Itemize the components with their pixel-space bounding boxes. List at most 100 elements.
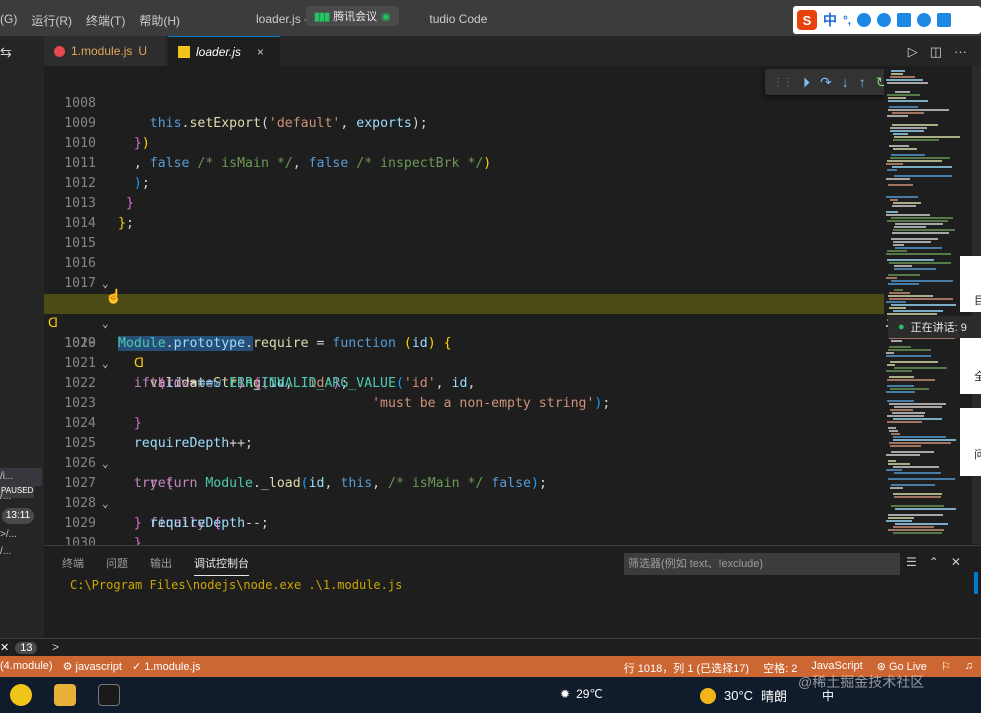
code-line[interactable]: 1008 this.setExport('default', exports); — [44, 74, 884, 131]
more-actions-icon[interactable]: ··· — [954, 44, 967, 60]
tab-problems[interactable]: 问题 — [106, 555, 128, 576]
minimap-line — [887, 313, 937, 315]
code-line[interactable]: 1013 }; — [44, 174, 884, 231]
minimap-line — [886, 196, 918, 198]
code-line[interactable]: 1009 }) — [44, 94, 884, 151]
mic-icon[interactable] — [877, 13, 892, 27]
tab-terminal[interactable]: 终端 — [62, 555, 84, 576]
minimap-line — [893, 493, 942, 495]
cursor-position[interactable]: 行 1018，列 1 (已选择17) — [624, 660, 749, 676]
continue-icon[interactable]: ⏵ — [803, 74, 810, 91]
current-execution-line[interactable]: ᗡ 1019 ᗡ validateString(id, 'id'); — [44, 294, 884, 391]
minimap-line — [891, 340, 902, 342]
menu-item-terminal[interactable]: 终端(T) — [86, 12, 125, 29]
indentation[interactable]: 空格: 2 — [763, 660, 797, 676]
code-line[interactable]: 1024 requireDepth++; — [44, 394, 884, 451]
code-editor[interactable]: 1008 1008 this.setExport('default', expo… — [44, 66, 884, 571]
meeting-side-card[interactable]: 全 — [960, 338, 981, 394]
speaking-indicator: ● 正在讲话: 9 — [888, 316, 981, 338]
step-out-icon[interactable]: ↑ — [859, 74, 866, 90]
code-line[interactable]: 1014 — [44, 194, 884, 231]
tab-module-js[interactable]: 1.module.js U — [44, 36, 166, 66]
code-line[interactable]: 1018 ⌄ Module.prototype.require = functi… — [44, 274, 884, 351]
minimap[interactable] — [884, 66, 972, 544]
minimap-line — [886, 79, 923, 81]
minimap-line — [891, 304, 956, 306]
editor-actions: ▷ ◫ ··· — [908, 44, 967, 60]
menu-item-help[interactable]: 帮助(H) — [139, 12, 180, 29]
close-icon[interactable]: ✕ — [0, 642, 9, 654]
call-stack-item[interactable]: /i... — [0, 468, 42, 486]
weather-widget-2[interactable]: 30°C 晴朗 — [700, 686, 787, 705]
step-over-icon[interactable]: ↷ — [820, 74, 832, 91]
code-line[interactable]: 1020 ⌄ if (id === '') { — [44, 314, 884, 391]
call-stack-item[interactable]: >/... — [0, 529, 42, 540]
minimap-line — [888, 283, 919, 285]
panel-scrollbar[interactable] — [974, 572, 978, 594]
title-bar: (G) 运行(R) 终端(T) 帮助(H) loader.js - tudio … — [0, 0, 981, 36]
minimap-line — [887, 169, 897, 171]
tab-close-button[interactable]: × — [257, 45, 264, 59]
console-prompt-icon: > — [52, 640, 60, 654]
call-stack-item[interactable]: /... — [0, 546, 42, 557]
run-icon[interactable]: ▷ — [908, 44, 918, 60]
tab-output[interactable]: 输出 — [150, 555, 172, 576]
weather-widget[interactable]: ✹ 29℃ — [560, 687, 603, 701]
code-line[interactable]: 1021 throw new ERR_INVALID_ARG_VALUE('id… — [44, 334, 884, 391]
minimap-line — [888, 460, 896, 462]
meeting-indicator[interactable]: ▮▮▮ 腾讯会议 ◉ — [306, 6, 399, 26]
code-line[interactable]: 1028 requireDepth--; — [44, 474, 884, 531]
status-debug-target[interactable]: (4.module) — [0, 660, 53, 673]
split-editor-icon[interactable]: ◫ — [930, 44, 942, 60]
tab-label: 1.module.js — [71, 44, 133, 58]
code-line[interactable]: 1016 ⌄ // Loads a module at the given fi… — [44, 234, 884, 311]
bell-icon[interactable]: ♫ — [965, 660, 973, 676]
filter-input[interactable]: 筛选器(例如 text、!exclude) — [624, 553, 900, 575]
tab-loader-js[interactable]: loader.js × — [168, 36, 280, 66]
minimap-line — [887, 415, 924, 417]
close-icon[interactable]: ✕ — [951, 555, 961, 569]
status-file[interactable]: ✓ 1.module.js — [132, 660, 201, 673]
step-into-icon[interactable]: ↓ — [842, 74, 849, 90]
feedback-icon[interactable]: ⚐ — [941, 660, 951, 676]
keyboard-icon[interactable] — [897, 13, 912, 27]
skin-icon[interactable] — [917, 13, 932, 27]
file-explorer-icon[interactable] — [54, 684, 76, 706]
minimap-line — [886, 211, 898, 213]
minimap-line — [891, 484, 935, 486]
code-line[interactable]: 1010 , false /* isMain */, false /* insp… — [44, 114, 884, 171]
tab-debug-console[interactable]: 调试控制台 — [194, 555, 249, 576]
menu-item-go[interactable]: (G) — [0, 12, 17, 29]
chevron-up-icon[interactable]: ⌃ — [929, 555, 939, 569]
code-line[interactable]: 1027 ⌄ } finally { — [44, 454, 884, 531]
minimap-line — [891, 238, 938, 240]
console-input-row[interactable]: ✕ 13 > — [0, 638, 981, 656]
ime-mode[interactable]: 中 — [823, 10, 837, 30]
meeting-side-card[interactable]: 问 — [960, 408, 981, 476]
code-line[interactable]: 1015 — [44, 214, 884, 251]
code-line[interactable]: 1025 ⌄ try { — [44, 414, 884, 491]
app-launcher-icon[interactable] — [10, 684, 32, 706]
code-line[interactable]: 1017 // `exports` property. — [44, 254, 884, 311]
status-launch-config[interactable]: ⚙ javascript — [63, 660, 122, 673]
drag-handle-icon[interactable]: ⋮⋮ — [773, 77, 793, 88]
ime-toolbar[interactable]: S 中 °, — [793, 6, 981, 34]
code-line[interactable]: 1026 return Module._load(id, this, /* is… — [44, 434, 884, 491]
code-line[interactable]: 1029 } — [44, 494, 884, 551]
code-line[interactable]: 1023 } — [44, 374, 884, 431]
menu-item-run[interactable]: 运行(R) — [31, 12, 72, 29]
panel-tabs: 终端 问题 输出 调试控制台 — [62, 555, 249, 576]
emoji-icon[interactable] — [857, 13, 872, 27]
code-line[interactable]: 1011 ); — [44, 134, 884, 191]
sidebar-toggle-icon[interactable]: ⇆ — [0, 44, 42, 61]
ime-punct[interactable]: °, — [843, 13, 851, 27]
clear-console-icon[interactable]: ☰ — [906, 555, 917, 569]
call-stack-item[interactable]: /... — [0, 491, 42, 502]
code-line[interactable]: 1030 }; — [44, 514, 884, 571]
grid-menu-icon[interactable] — [937, 13, 952, 27]
code-line[interactable]: 1012 } — [44, 154, 884, 211]
meeting-side-card[interactable]: 目 — [960, 256, 981, 312]
code-line[interactable]: 1022 'must be a non-empty string'); — [44, 354, 884, 411]
minimap-line — [891, 217, 953, 219]
terminal-app-icon[interactable] — [98, 684, 120, 706]
